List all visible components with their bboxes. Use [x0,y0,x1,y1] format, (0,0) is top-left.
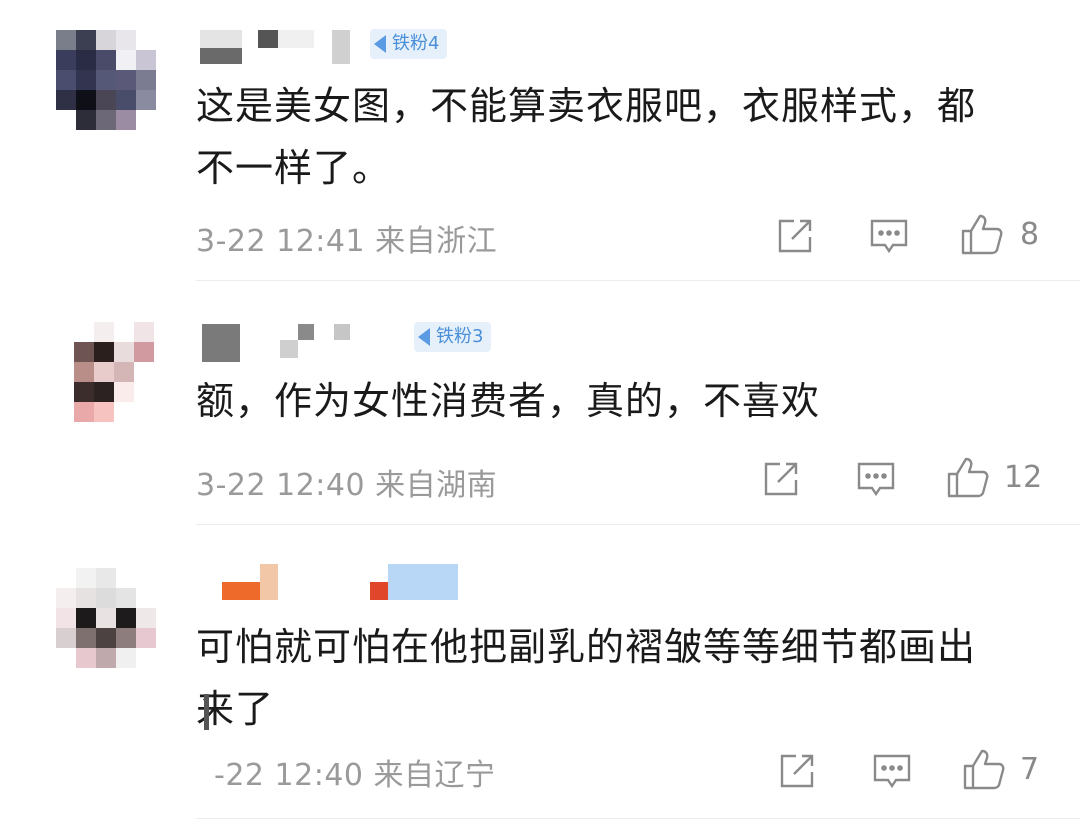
badge-label: 铁粉3 [436,326,484,347]
comment-icon[interactable] [869,217,909,257]
thumbs-up-icon[interactable] [946,455,990,499]
comment-icon[interactable] [872,752,912,792]
comment-item: 铁粉4 这是美女图，不能算卖衣服吧，衣服样式，都 不一样了。 3-22 12:4… [0,0,1080,282]
comment-meta: -22 12:40 来自辽宁 [214,750,496,794]
text-cursor [204,694,209,730]
avatar[interactable] [56,30,156,130]
thumbs-up-icon[interactable] [962,747,1006,791]
comment-meta: 3-22 12:40 来自湖南 [196,460,497,504]
ip-location: 来自浙江 [375,224,498,259]
share-icon[interactable] [778,752,816,790]
comment-text-line: 这是美女图，不能算卖衣服吧，衣服样式，都 [196,84,977,128]
divider [196,280,1080,281]
badge-label: 铁粉4 [392,33,440,54]
like-count: 12 [1004,460,1043,495]
comment-text-line: 不一样了。 [196,146,392,190]
share-icon[interactable] [762,460,800,498]
avatar[interactable] [74,322,174,422]
divider [196,818,1080,819]
comment-text: 这是美女图，不能算卖衣服吧，衣服样式，都 不一样了。 [196,75,1046,199]
divider [196,524,1080,525]
share-icon[interactable] [776,217,814,255]
like-count: 7 [1020,752,1040,787]
comment-icon[interactable] [856,460,896,500]
comment-meta: 3-22 12:41 来自浙江 [196,216,497,260]
timestamp: 3-22 12:40 [196,468,366,503]
timestamp: 3-22 12:41 [196,224,366,259]
comment-item: 可怕就可怕在他把副乳的褶皱等等细节都画出 来了 -22 12:40 来自辽宁 7 [0,526,1080,836]
comment-text-line: 可怕就可怕在他把副乳的褶皱等等细节都画出 [196,625,977,669]
fan-level-badge: 铁粉4 [370,29,448,59]
avatar[interactable] [56,568,156,668]
comment-text: 可怕就可怕在他把副乳的褶皱等等细节都画出 来了 [196,616,1046,740]
comment-text-line: 额，作为女性消费者，真的，不喜欢 [196,379,821,423]
comment-item: 铁粉3 额，作为女性消费者，真的，不喜欢 3-22 12:40 来自湖南 12 [0,282,1080,526]
comment-text: 额，作为女性消费者，真的，不喜欢 [196,370,1046,432]
comment-text-line: 来了 [196,687,275,731]
fan-level-badge: 铁粉3 [414,322,492,352]
like-count: 8 [1020,217,1040,252]
ip-location: 来自湖南 [375,468,498,503]
ip-location: 来自辽宁 [373,758,496,793]
thumbs-up-icon[interactable] [960,212,1004,256]
timestamp: -22 12:40 [214,758,364,793]
